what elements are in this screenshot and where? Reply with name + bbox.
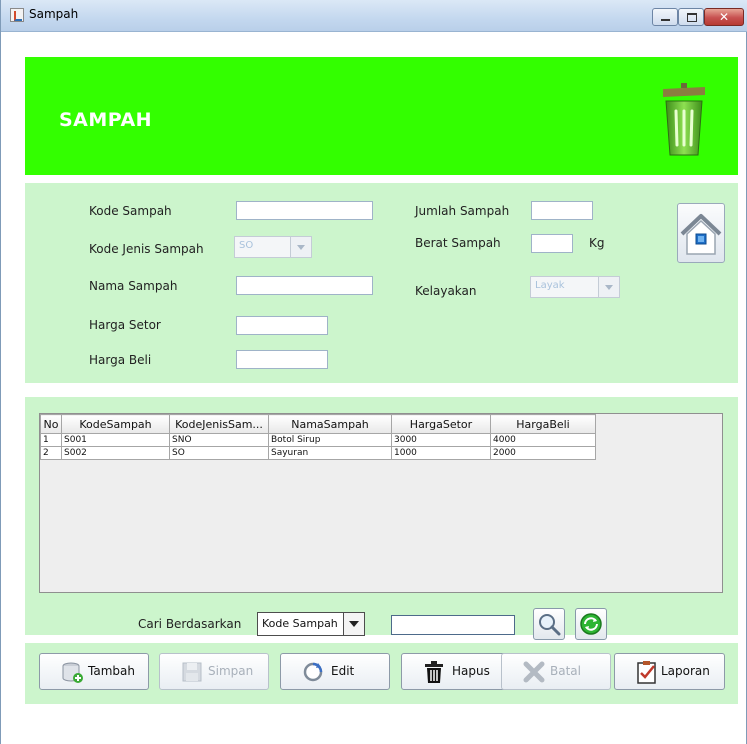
- simpan-label: Simpan: [208, 664, 254, 678]
- close-button[interactable]: ✕: [704, 8, 744, 26]
- table-cell[interactable]: 1000: [391, 446, 491, 460]
- refresh-button[interactable]: [575, 608, 607, 640]
- table-cell[interactable]: Botol Sirup: [268, 433, 392, 447]
- edit-label: Edit: [331, 664, 355, 678]
- table-cell[interactable]: S002: [61, 446, 170, 460]
- tambah-label: Tambah: [88, 664, 135, 678]
- header-banner: SAMPAH: [25, 57, 738, 175]
- table-cell[interactable]: S001: [61, 433, 170, 447]
- chevron-down-icon[interactable]: [290, 237, 311, 257]
- nama-sampah-input[interactable]: [236, 276, 373, 295]
- kelayakan-value: Layak: [535, 280, 565, 291]
- trash-icon: [663, 83, 705, 156]
- kode-sampah-input[interactable]: [236, 201, 373, 220]
- table-cell[interactable]: 3000: [391, 433, 491, 447]
- table-cell[interactable]: 4000: [490, 433, 596, 447]
- kode-jenis-value: SO: [239, 240, 254, 251]
- search-field-combo[interactable]: Kode Sampah: [257, 612, 365, 636]
- database-add-icon: [62, 662, 83, 683]
- chevron-down-icon[interactable]: [598, 277, 619, 297]
- search-field-value: Kode Sampah: [262, 617, 338, 630]
- kode-sampah-label: Kode Sampah: [89, 204, 172, 218]
- kelayakan-combo[interactable]: Layak: [530, 276, 620, 298]
- edit-icon: [303, 662, 323, 682]
- trash-icon: [425, 661, 443, 683]
- save-icon: [182, 662, 202, 682]
- home-button[interactable]: [677, 203, 725, 263]
- harga-setor-label: Harga Setor: [89, 318, 161, 332]
- jumlah-sampah-input[interactable]: [531, 201, 593, 220]
- search-label: Cari Berdasarkan: [138, 617, 242, 631]
- home-icon: [680, 214, 722, 255]
- table-panel: No KodeSampah KodeJenisSam... NamaSampah…: [25, 397, 738, 640]
- kode-jenis-label: Kode Jenis Sampah: [89, 242, 204, 256]
- laporan-label: Laporan: [661, 664, 710, 678]
- edit-button[interactable]: Edit: [280, 653, 390, 690]
- java-icon: [10, 8, 24, 22]
- refresh-icon: [580, 613, 602, 635]
- close-icon: ✕: [718, 10, 730, 24]
- berat-unit-label: Kg: [589, 236, 605, 250]
- kode-jenis-combo[interactable]: SO: [234, 236, 312, 258]
- table-cell[interactable]: SNO: [169, 433, 269, 447]
- data-table[interactable]: No KodeSampah KodeJenisSam... NamaSampah…: [39, 413, 723, 593]
- hapus-button[interactable]: Hapus: [401, 653, 511, 690]
- nama-sampah-label: Nama Sampah: [89, 279, 178, 293]
- form-panel: Kode Sampah Kode Jenis Sampah SO Nama Sa…: [25, 183, 738, 383]
- page-title: SAMPAH: [59, 109, 153, 131]
- column-header[interactable]: KodeSampah: [61, 414, 170, 434]
- report-icon: [637, 661, 656, 684]
- batal-label: Batal: [550, 664, 581, 678]
- column-header[interactable]: HargaBeli: [490, 414, 596, 434]
- window-title: Sampah: [29, 7, 79, 21]
- column-header[interactable]: HargaSetor: [391, 414, 491, 434]
- harga-beli-label: Harga Beli: [89, 353, 152, 367]
- simpan-button[interactable]: Simpan: [159, 653, 269, 690]
- action-bar: Tambah Simpan Edit Hapus Batal Laporan: [25, 643, 738, 704]
- berat-sampah-label: Berat Sampah: [415, 236, 501, 250]
- main-window: Sampah ✕ SAMPAH Kode Sampah Kode Jenis S…: [0, 0, 747, 744]
- table-cell[interactable]: 2: [40, 446, 62, 460]
- hapus-label: Hapus: [452, 664, 490, 678]
- batal-button[interactable]: Batal: [501, 653, 611, 690]
- title-bar[interactable]: Sampah ✕: [1, 0, 747, 32]
- kelayakan-label: Kelayakan: [415, 284, 477, 298]
- search-input[interactable]: [391, 615, 515, 635]
- cancel-icon: [523, 661, 545, 683]
- minimize-button[interactable]: [652, 8, 678, 26]
- harga-beli-input[interactable]: [236, 350, 328, 369]
- chevron-down-icon[interactable]: [343, 613, 364, 635]
- table-cell[interactable]: SO: [169, 446, 269, 460]
- harga-setor-input[interactable]: [236, 316, 328, 335]
- search-icon: [539, 614, 561, 636]
- table-cell[interactable]: Sayuran: [268, 446, 392, 460]
- table-cell[interactable]: 1: [40, 433, 62, 447]
- column-header[interactable]: No: [40, 414, 62, 434]
- table-row[interactable]: 1 S001 SNO Botol Sirup 3000 4000: [40, 433, 596, 447]
- laporan-button[interactable]: Laporan: [614, 653, 725, 690]
- column-header[interactable]: KodeJenisSam...: [169, 414, 269, 434]
- berat-sampah-input[interactable]: [531, 234, 573, 253]
- column-header[interactable]: NamaSampah: [268, 414, 392, 434]
- search-button[interactable]: [533, 608, 565, 640]
- sampah-table[interactable]: No KodeSampah KodeJenisSam... NamaSampah…: [40, 414, 596, 460]
- tambah-button[interactable]: Tambah: [39, 653, 149, 690]
- table-row[interactable]: 2 S002 SO Sayuran 1000 2000: [40, 446, 596, 460]
- table-cell[interactable]: 2000: [490, 446, 596, 460]
- jumlah-sampah-label: Jumlah Sampah: [415, 204, 510, 218]
- maximize-button[interactable]: [678, 8, 704, 26]
